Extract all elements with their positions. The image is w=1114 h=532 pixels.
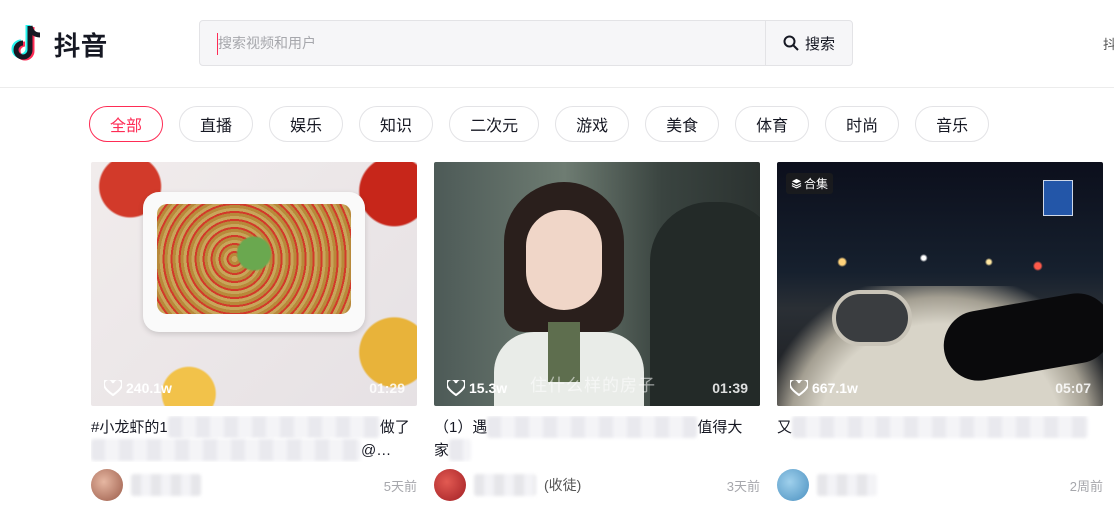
video-meta: 2周前: [777, 468, 1103, 502]
video-duration: 05:07: [1055, 380, 1091, 396]
video-duration: 01:39: [712, 380, 748, 396]
tab-live[interactable]: 直播: [179, 106, 254, 142]
drama-thumbnail[interactable]: 住什么样的房子 15.3w 01:39: [434, 162, 760, 406]
blurred-author-name[interactable]: [131, 474, 201, 496]
heart-icon: [104, 380, 122, 396]
city-lights-graphic: [777, 242, 1103, 282]
blurred-text: [167, 416, 380, 438]
douyin-logo[interactable]: 抖音: [8, 22, 108, 66]
likes-value: 15.3w: [469, 380, 508, 396]
blurred-text: [792, 416, 1089, 438]
top-header: 抖音 搜索 抖: [0, 0, 1114, 88]
tiktok-note-icon: [11, 25, 41, 61]
video-meta: 5天前: [91, 468, 417, 502]
tab-anime[interactable]: 二次元: [449, 106, 540, 142]
title-text-start: （1）遇: [434, 419, 488, 436]
food-thumbnail[interactable]: 240.1w 01:29: [91, 162, 417, 406]
video-meta: (收徒) 3天前: [434, 468, 760, 502]
author-suffix: (收徒): [544, 477, 582, 493]
title-line2-end: @…: [361, 442, 392, 459]
blurred-author-name[interactable]: [817, 474, 877, 496]
like-count: 240.1w: [104, 380, 172, 396]
blurred-text: [487, 416, 698, 438]
header-right-link[interactable]: 抖: [1103, 34, 1114, 53]
side-mirror-graphic: [832, 290, 912, 346]
video-title[interactable]: #小龙虾的1 做了 @…: [91, 416, 417, 462]
face-shape: [526, 210, 602, 310]
tab-entertainment[interactable]: 娱乐: [269, 106, 344, 142]
avatar[interactable]: [91, 469, 123, 501]
category-tabs: 全部 直播 娱乐 知识 二次元 游戏 美食 体育 时尚 音乐: [89, 106, 1005, 142]
tab-all[interactable]: 全部: [89, 106, 164, 142]
avatar[interactable]: [434, 469, 466, 501]
title-text-start: 又: [777, 419, 793, 436]
tab-fashion[interactable]: 时尚: [825, 106, 900, 142]
like-count: 15.3w: [447, 380, 507, 396]
search-button[interactable]: 搜索: [765, 21, 852, 65]
likes-value: 240.1w: [126, 380, 172, 396]
road-sign-graphic: [1043, 180, 1073, 216]
video-title[interactable]: （1）遇 值得大 家: [434, 416, 760, 462]
search-button-label: 搜索: [804, 35, 835, 53]
blurred-author-name[interactable]: [474, 474, 536, 496]
badge-label: 合集: [804, 177, 829, 191]
tab-games[interactable]: 游戏: [555, 106, 630, 142]
search-icon: [783, 35, 799, 51]
logo-text: 抖音: [54, 30, 109, 61]
post-time: 2周前: [1069, 478, 1103, 494]
tab-knowledge[interactable]: 知识: [359, 106, 434, 142]
crayfish-graphic: [157, 204, 351, 314]
video-card[interactable]: 合集 667.1w 05:07 又 2周前: [777, 162, 1103, 502]
title-text-start: #小龙虾的1: [91, 419, 168, 436]
blurred-text: [449, 439, 472, 461]
video-duration: 01:29: [369, 380, 405, 396]
text-cursor: [217, 33, 218, 55]
post-time: 3天前: [726, 478, 760, 494]
video-card[interactable]: 住什么样的房子 15.3w 01:39 （1）遇 值得大 家 (收徒) 3天前: [434, 162, 760, 502]
title-line2-start: 家: [434, 442, 450, 459]
video-title[interactable]: 又: [777, 416, 1103, 462]
blurred-text: [91, 439, 361, 461]
title-text-end: 做了: [379, 419, 410, 436]
dish-graphic: [143, 192, 365, 332]
collection-badge: 合集: [786, 173, 834, 194]
avatar[interactable]: [777, 469, 809, 501]
post-time: 5天前: [383, 478, 417, 494]
heart-icon: [790, 380, 808, 396]
tab-food[interactable]: 美食: [645, 106, 720, 142]
heart-icon: [447, 380, 465, 396]
title-text-end: 值得大: [697, 419, 743, 436]
subtitle-caption: 住什么样的房子: [530, 376, 656, 395]
night-drive-thumbnail[interactable]: 合集 667.1w 05:07: [777, 162, 1103, 406]
tab-music[interactable]: 音乐: [915, 106, 990, 142]
tab-sports[interactable]: 体育: [735, 106, 810, 142]
video-card[interactable]: 240.1w 01:29 #小龙虾的1 做了 @… 5天前: [91, 162, 417, 502]
shoulder-graphic: [650, 202, 760, 406]
search-input[interactable]: [200, 21, 765, 65]
search-bar: 搜索: [199, 20, 853, 66]
layers-icon: [791, 178, 802, 189]
like-count: 667.1w: [790, 380, 858, 396]
likes-value: 667.1w: [812, 380, 858, 396]
